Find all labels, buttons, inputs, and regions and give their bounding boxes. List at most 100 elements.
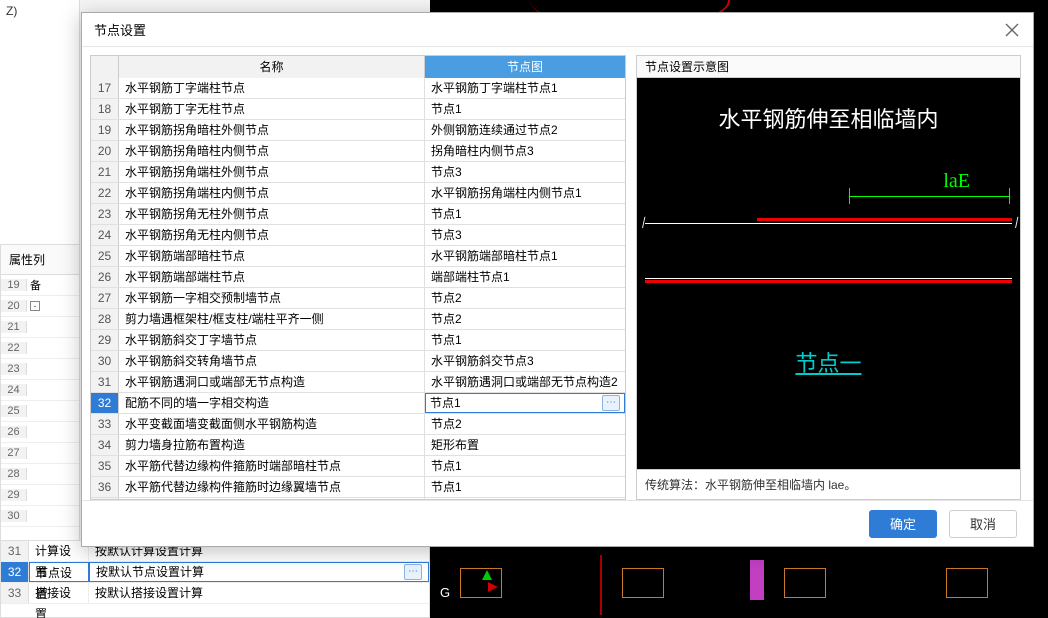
node-name-cell[interactable]: 配筋不同的墙一字相交构造 (119, 393, 425, 413)
row-number: 26 (1, 426, 27, 438)
node-name-cell[interactable]: 水平钢筋一字相交预制墙节点 (119, 288, 425, 308)
node-image-cell[interactable]: 节点2 (425, 288, 625, 308)
ellipsis-button[interactable]: ⋯ (404, 564, 422, 580)
table-row[interactable]: 25水平钢筋端部暗柱节点水平钢筋端部暗柱节点1 (91, 246, 625, 267)
node-name-cell[interactable]: 水平筋代替边缘构件箍筋时端部暗柱节点 (119, 456, 425, 476)
table-row[interactable]: 27水平钢筋一字相交预制墙节点节点2 (91, 288, 625, 309)
node-name-cell[interactable]: 水平变截面墙变截面侧水平钢筋构造 (119, 414, 425, 434)
node-image-cell[interactable]: 节点2 (425, 309, 625, 329)
table-row[interactable]: 17水平钢筋丁字端柱节点水平钢筋丁字端柱节点1 (91, 78, 625, 99)
property-row[interactable]: 30 (1, 506, 79, 527)
table-row[interactable]: 26水平钢筋端部端柱节点端部端柱节点1 (91, 267, 625, 288)
node-image-cell[interactable]: 水平钢筋丁字端柱节点1 (425, 78, 625, 98)
node-name-cell[interactable]: 水平钢筋端部端柱节点 (119, 267, 425, 287)
table-row[interactable]: 22水平钢筋拐角端柱内侧节点水平钢筋拐角端柱内侧节点1 (91, 183, 625, 204)
table-row[interactable]: 36水平筋代替边缘构件箍筋时边缘翼墙节点节点1 (91, 477, 625, 498)
table-row[interactable]: 37 (91, 498, 625, 499)
node-name-cell[interactable]: 水平钢筋遇洞口或端部无节点构造 (119, 372, 425, 392)
node-name-cell[interactable]: 水平钢筋丁字无柱节点 (119, 99, 425, 119)
node-image-cell[interactable] (425, 498, 625, 499)
table-row[interactable]: 35水平筋代替边缘构件箍筋时端部暗柱节点节点1 (91, 456, 625, 477)
node-name-cell[interactable]: 水平筋代替边缘构件箍筋时边缘翼墙节点 (119, 477, 425, 497)
property-row[interactable]: 19备 (1, 275, 79, 296)
node-image-cell[interactable]: 节点1⋯ (425, 393, 625, 413)
node-image-cell[interactable]: 水平钢筋遇洞口或端部无节点构造2 (425, 372, 625, 392)
settings-row[interactable]: 33搭接设置按默认搭接设置计算 (1, 583, 429, 604)
table-row[interactable]: 34剪力墙身拉筋布置构造矩形布置 (91, 435, 625, 456)
table-row[interactable]: 23水平钢筋拐角无柱外侧节点节点1 (91, 204, 625, 225)
node-name-cell[interactable]: 水平钢筋拐角端柱内侧节点 (119, 183, 425, 203)
property-row[interactable]: 25 (1, 401, 79, 422)
property-row[interactable]: 23 (1, 359, 79, 380)
node-settings-dialog: 节点设置 名称 节点图 17水平钢筋丁字端柱节点水平钢筋丁字端柱节点118水平钢… (81, 12, 1034, 547)
table-row[interactable]: 21水平钢筋拐角端柱外侧节点节点3 (91, 162, 625, 183)
node-name-cell[interactable]: 水平钢筋端部暗柱节点 (119, 246, 425, 266)
node-image-cell[interactable]: 节点1 (425, 456, 625, 476)
node-name-cell[interactable]: 水平钢筋拐角无柱内侧节点 (119, 225, 425, 245)
row-number: 26 (91, 267, 119, 287)
node-image-cell[interactable]: 水平钢筋拐角端柱内侧节点1 (425, 183, 625, 203)
table-row[interactable]: 24水平钢筋拐角无柱内侧节点节点3 (91, 225, 625, 246)
row-number: 27 (91, 288, 119, 308)
node-name-cell[interactable]: 水平钢筋拐角无柱外侧节点 (119, 204, 425, 224)
node-image-cell[interactable]: 拐角暗柱内侧节点3 (425, 141, 625, 161)
node-name-cell[interactable]: 水平钢筋拐角暗柱内侧节点 (119, 141, 425, 161)
table-row[interactable]: 33水平变截面墙变截面侧水平钢筋构造节点2 (91, 414, 625, 435)
node-image-cell[interactable]: 节点1 (425, 204, 625, 224)
node-image-cell[interactable]: 端部端柱节点1 (425, 267, 625, 287)
bottom-settings-grid: 31计算设置按默认计算设置计算32节点设置按默认节点设置计算⋯33搭接设置按默认… (0, 540, 430, 618)
settings-row[interactable]: 32节点设置按默认节点设置计算⋯ (1, 562, 429, 583)
node-name-cell[interactable]: 剪力墙身拉筋布置构造 (119, 435, 425, 455)
table-row[interactable]: 29水平钢筋斜交丁字墙节点节点1 (91, 330, 625, 351)
setting-value[interactable]: 按默认节点设置计算⋯ (89, 562, 429, 582)
close-button[interactable] (1003, 21, 1021, 39)
property-row[interactable]: 27 (1, 443, 79, 464)
node-name-cell[interactable]: 水平钢筋拐角暗柱外侧节点 (119, 120, 425, 140)
property-row[interactable]: 22 (1, 338, 79, 359)
dimension-tick (849, 188, 850, 204)
node-name-cell[interactable]: 水平钢筋丁字端柱节点 (119, 78, 425, 98)
ellipsis-button[interactable]: ⋯ (602, 395, 620, 411)
rebar-line (757, 218, 1012, 221)
node-image-cell[interactable]: 矩形布置 (425, 435, 625, 455)
property-row[interactable]: 24 (1, 380, 79, 401)
table-row[interactable]: 32配筋不同的墙一字相交构造节点1⋯ (91, 393, 625, 414)
node-image-cell[interactable]: 节点3 (425, 162, 625, 182)
property-row[interactable]: 29 (1, 485, 79, 506)
node-image-cell[interactable]: 节点1 (425, 330, 625, 350)
node-image-cell[interactable]: 水平钢筋斜交节点3 (425, 351, 625, 371)
table-row[interactable]: 20水平钢筋拐角暗柱内侧节点拐角暗柱内侧节点3 (91, 141, 625, 162)
node-name-cell[interactable]: 剪力墙遇框架柱/框支柱/端柱平齐一侧 (119, 309, 425, 329)
node-image-cell[interactable]: 节点2 (425, 414, 625, 434)
table-row[interactable]: 31水平钢筋遇洞口或端部无节点构造水平钢筋遇洞口或端部无节点构造2 (91, 372, 625, 393)
node-image-cell[interactable]: 节点1 (425, 477, 625, 497)
table-row[interactable]: 28剪力墙遇框架柱/框支柱/端柱平齐一侧节点2 (91, 309, 625, 330)
ok-button[interactable]: 确定 (869, 510, 937, 538)
cancel-button[interactable]: 取消 (949, 510, 1017, 538)
grid-body[interactable]: 17水平钢筋丁字端柱节点水平钢筋丁字端柱节点118水平钢筋丁字无柱节点节点119… (91, 78, 625, 499)
grid-header: 名称 节点图 (91, 56, 625, 78)
node-name-cell[interactable]: 水平钢筋斜交丁字墙节点 (119, 330, 425, 350)
col-image[interactable]: 节点图 (425, 56, 625, 78)
setting-value[interactable]: 按默认搭接设置计算 (89, 583, 429, 603)
col-name[interactable]: 名称 (119, 56, 425, 78)
node-image-cell[interactable]: 水平钢筋端部暗柱节点1 (425, 246, 625, 266)
node-name-cell[interactable]: 水平钢筋斜交转角墙节点 (119, 351, 425, 371)
node-image-cell[interactable]: 节点3 (425, 225, 625, 245)
property-row[interactable]: 20- (1, 296, 79, 317)
table-row[interactable]: 19水平钢筋拐角暗柱外侧节点外侧钢筋连续通过节点2 (91, 120, 625, 141)
property-row[interactable]: 28 (1, 464, 79, 485)
row-number: 22 (91, 183, 119, 203)
property-row[interactable]: 21 (1, 317, 79, 338)
node-image-cell[interactable]: 外侧钢筋连续通过节点2 (425, 120, 625, 140)
dialog-title: 节点设置 (94, 20, 146, 39)
table-row[interactable]: 30水平钢筋斜交转角墙节点水平钢筋斜交节点3 (91, 351, 625, 372)
table-row[interactable]: 18水平钢筋丁字无柱节点节点1 (91, 99, 625, 120)
collapse-icon[interactable]: - (30, 301, 40, 311)
node-image-cell[interactable]: 节点1 (425, 99, 625, 119)
row-number: 36 (91, 477, 119, 497)
node-name-cell[interactable] (119, 498, 425, 499)
node-name-cell[interactable]: 水平钢筋拐角端柱外侧节点 (119, 162, 425, 182)
dialog-footer: 确定 取消 (82, 500, 1033, 546)
property-row[interactable]: 26 (1, 422, 79, 443)
